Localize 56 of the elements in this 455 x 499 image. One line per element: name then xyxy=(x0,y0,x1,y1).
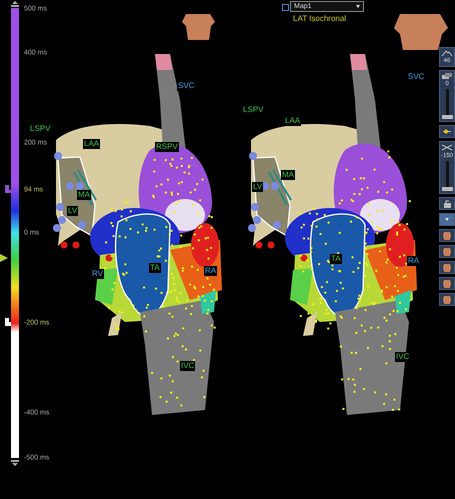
anatomy-label: TA xyxy=(149,263,161,273)
pointer-triangle-icon[interactable] xyxy=(0,254,8,262)
ablation-marker xyxy=(72,242,80,248)
pin-button[interactable] xyxy=(439,125,455,138)
view-button[interactable] xyxy=(439,213,455,226)
torso-icon[interactable] xyxy=(394,14,448,50)
anatomy-label: RA xyxy=(204,266,218,276)
anatomy-label: LAA xyxy=(83,139,100,149)
anatomy-label: LV xyxy=(67,206,78,216)
electrode-marker xyxy=(66,182,74,190)
layers-icon xyxy=(441,73,453,79)
view-button[interactable] xyxy=(439,261,455,274)
ablation-marker xyxy=(256,242,262,248)
map-type-label: LAT Isochronal xyxy=(293,14,346,23)
ablation-marker xyxy=(60,242,68,248)
scale-handle-icon[interactable] xyxy=(11,1,19,7)
view-button[interactable] xyxy=(439,245,455,258)
electrode-marker xyxy=(54,152,62,160)
anatomy-label: IVC xyxy=(395,352,410,362)
view-button[interactable] xyxy=(439,293,455,306)
electrode-marker xyxy=(78,221,86,229)
electrode-marker xyxy=(273,221,281,229)
electrode-marker xyxy=(251,203,259,211)
scissors-icon xyxy=(441,144,453,151)
ablation-marker xyxy=(300,254,308,262)
anatomy-label: LAA xyxy=(284,116,302,126)
electrode-marker xyxy=(56,203,64,211)
ablation-marker xyxy=(106,254,112,262)
anatomy-label: SVC xyxy=(177,81,196,91)
view-button[interactable] xyxy=(439,277,455,290)
anatomy-label: RA xyxy=(407,256,420,266)
ablation-marker xyxy=(268,242,274,248)
electrode-marker xyxy=(271,182,279,190)
electrode-marker xyxy=(76,182,84,190)
anatomy-label: IVC xyxy=(180,361,196,371)
anatomy-label: TA xyxy=(330,254,342,264)
electrode-marker xyxy=(249,152,257,160)
lock-button[interactable] xyxy=(439,197,455,210)
anatomy-label: RSPV xyxy=(155,142,179,152)
lock-icon xyxy=(444,200,450,208)
view-button[interactable] xyxy=(439,229,455,242)
anatomy-label: MA xyxy=(281,170,295,180)
mountain-icon xyxy=(441,50,453,56)
caret-icon xyxy=(356,5,360,8)
slider-thumb[interactable] xyxy=(442,115,452,119)
scale-handle-icon[interactable] xyxy=(11,460,19,466)
pin-icon xyxy=(443,128,451,135)
anatomy-label: RV xyxy=(91,269,104,279)
anatomy-label: SVC xyxy=(407,72,426,82)
anatomy-label: LSPV xyxy=(242,105,264,115)
slider-thumb[interactable] xyxy=(442,187,452,191)
anatomy-label: LSPV xyxy=(29,124,52,134)
anatomy-label: MA xyxy=(77,190,91,200)
anatomy-label: LV xyxy=(252,182,264,192)
selection-icon[interactable] xyxy=(282,4,289,11)
torso-icon[interactable] xyxy=(182,14,215,40)
